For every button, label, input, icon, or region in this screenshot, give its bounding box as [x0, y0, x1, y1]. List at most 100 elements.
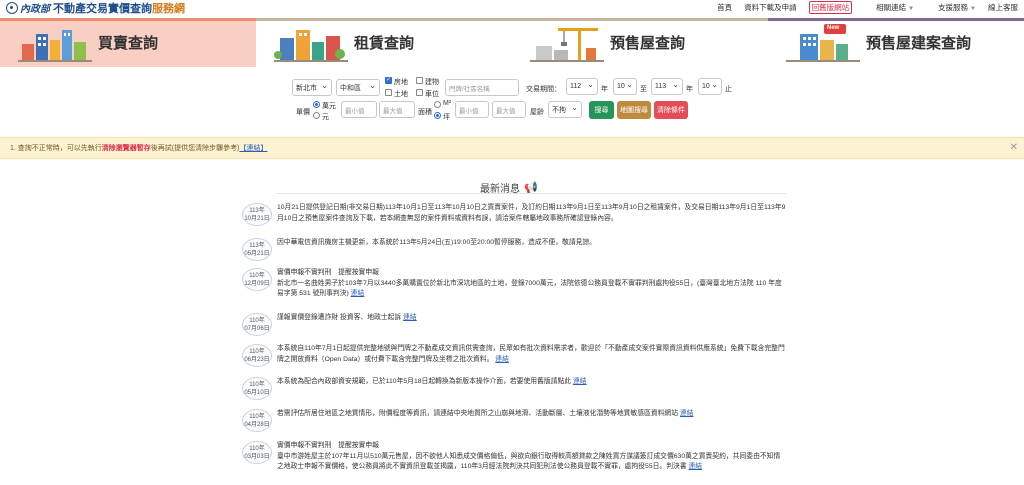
tab-bar [0, 18, 256, 21]
clear-button-label: 清除條件 [657, 107, 685, 114]
year-from-select[interactable]: 112 [566, 78, 598, 95]
city-select[interactable]: 新北市 [292, 79, 332, 96]
district-select[interactable]: 中和區 [336, 79, 380, 96]
news-content: 本系統自110年7月1日起提供完整地號與門牌之不動產成交資訊供需查詢，民眾如有批… [277, 344, 787, 365]
year-unit-label: 年 [601, 86, 608, 93]
new-building-icon: New [786, 23, 860, 62]
news-body: 臺中市游姓屋主於107年11月以510萬元售屋，因不欲他人知悉成交價格偏低，與欲… [277, 452, 781, 471]
new-badge: New [827, 24, 840, 31]
news-date-day: 03月03日 [244, 454, 270, 460]
news-date: 113年 05月21日 [242, 238, 272, 261]
news-headline: 本系統為配合內政部資安規範，已於110年5月18日起轉換為新版本操作介面，若要使… [277, 378, 572, 385]
district-value: 中和區 [340, 84, 361, 92]
news-date-year: 110年 [249, 349, 265, 355]
age-select[interactable]: 不拘 [548, 101, 582, 118]
year-from-value: 112 [570, 83, 582, 90]
news-link[interactable]: 連結 [351, 290, 365, 297]
area-max-placeholder: 最大值 [496, 107, 516, 115]
news-link[interactable]: 連結 [403, 314, 417, 321]
buildings-icon [18, 24, 92, 62]
type-house-checkbox[interactable] [385, 76, 392, 84]
month-from-select[interactable]: 10 [613, 78, 637, 95]
address-input[interactable]: 門牌/社區名稱 [445, 79, 519, 96]
news-link[interactable]: 連結 [680, 410, 694, 417]
tab-presale-label: 預售屋查詢 [610, 34, 686, 52]
type-house-label: 房地 [394, 79, 408, 86]
year-to-select[interactable]: 113 [651, 78, 683, 95]
notice-prefix: 1. 查詢不正常時，可以先執行 [10, 145, 102, 152]
area-min-input[interactable]: 最小值 [455, 101, 489, 118]
type-land-label: 土地 [394, 91, 408, 98]
site-logo[interactable]: 內政部 不動產交易實價查詢 服務網 [6, 0, 185, 16]
to-label: 至 [640, 86, 647, 93]
news-headline: 實價申報不實判刑 提醒按實申報 [277, 269, 379, 276]
tab-sale[interactable]: 買賣查詢 [0, 18, 256, 67]
tab-bar [768, 18, 1024, 21]
close-icon[interactable]: ✕ [1010, 142, 1018, 153]
news-date-year: 110年 [249, 382, 265, 388]
top-nav: 首頁 資料下載及申請 回舊版網站 相關連結 ▼ 支援服務 ▼ 線上客服 [705, 1, 1018, 14]
news-date: 110年 07月06日 [242, 313, 272, 336]
news-link[interactable]: 連結 [495, 356, 509, 363]
area-min-placeholder: 最小值 [459, 107, 479, 115]
area-max-input[interactable]: 最大值 [492, 101, 526, 118]
nav-download[interactable]: 資料下載及申請 [744, 2, 797, 13]
type-building-label: 建物 [425, 79, 439, 86]
unit-yuan-radio[interactable] [313, 112, 320, 119]
news-content: 10月21日提供登記日期(非交易日期)113年10月1日至113年10月10日之… [277, 204, 786, 222]
nav-home[interactable]: 首頁 [717, 2, 732, 13]
query-tabs: 買賣查詢 租賃查詢 預售屋查詢 New 預售屋建案查詢 [0, 18, 1024, 67]
chevron-down-icon: ▼ [970, 6, 976, 12]
news-date: 110年 12月09日 [242, 268, 272, 291]
news-date-year: 110年 [249, 446, 265, 452]
news-link[interactable]: 連結 [573, 378, 587, 385]
unit-yuan-label: 元 [322, 114, 329, 121]
notice-link[interactable]: 【連結】 [239, 143, 267, 153]
site-title: 不動產交易實價查詢 [53, 2, 152, 15]
price-min-placeholder: 最小值 [345, 107, 365, 115]
news-date-year: 110年 [249, 414, 265, 420]
news-headline: 本系統自110年7月1日起提供完整地號與門牌之不動產成交資訊供需查詢，民眾如有批… [277, 345, 785, 363]
year-to-value: 113 [655, 83, 667, 90]
news-content: 實價申報不實判刑 提醒按實申報 新北市一名曲姓男子於103年7月以3440多萬購置… [277, 268, 787, 300]
nav-online-service[interactable]: 線上客服 [988, 2, 1018, 13]
tab-sale-label: 買賣查詢 [98, 34, 159, 52]
news-divider [276, 193, 786, 194]
news-content: 若需評估所居住地區之地質情形，附價程度等資訊，請連結中央地質所之山崩與地滑、活動… [277, 409, 787, 420]
news-date-day: 12月09日 [244, 281, 270, 287]
map-search-button[interactable]: 地圖搜尋 [617, 101, 651, 119]
tab-rent[interactable]: 租賃查詢 [256, 18, 512, 67]
search-form: 新北市 中和區 房地 建物 土地 車位 門牌/社區名稱 交易期間： 112 年 … [292, 76, 732, 125]
news-date: 110年 03月03日 [242, 441, 272, 464]
address-placeholder: 門牌/社區名稱 [449, 85, 490, 93]
age-label: 屋齡 [530, 109, 544, 116]
type-land-checkbox[interactable] [385, 89, 392, 96]
area-ping-radio[interactable] [434, 112, 441, 119]
search-button-label: 搜尋 [594, 107, 609, 114]
org-name: 內政部 [20, 4, 50, 15]
nav-old-site[interactable]: 回舊版網站 [808, 1, 853, 14]
price-max-placeholder: 最大值 [383, 107, 403, 115]
type-parking-checkbox[interactable] [416, 89, 423, 96]
news-content: 謹報實價登錄遭詐財 投資客、地政士起訴 連結 [277, 313, 787, 324]
news-date-day: 05月10日 [244, 390, 270, 396]
news-date-year: 113年 [249, 243, 265, 249]
clear-button[interactable]: 清除條件 [654, 101, 688, 119]
price-min-input[interactable]: 最小值 [341, 101, 377, 118]
nav-links[interactable]: 相關連結 ▼ [864, 2, 914, 13]
type-parking-label: 車位 [425, 91, 439, 98]
area-m2-radio[interactable] [434, 101, 441, 108]
unit-usd-radio[interactable] [313, 101, 320, 108]
news-link[interactable]: 連結 [689, 463, 703, 470]
city-value: 新北市 [296, 84, 317, 92]
month-to-select[interactable]: 10 [698, 78, 722, 95]
price-max-input[interactable]: 最大值 [379, 101, 415, 118]
nav-support[interactable]: 支援服務 ▼ [926, 2, 976, 13]
tab-presale[interactable]: 預售屋查詢 [512, 18, 768, 67]
site-title-accent: 服務網 [152, 2, 185, 15]
search-button[interactable]: 搜尋 [589, 101, 614, 119]
tab-presale-project[interactable]: New 預售屋建案查詢 [768, 18, 1024, 67]
news-headline: 實價申報不實判刑 提醒按實申報 [277, 442, 379, 449]
type-building-checkbox[interactable] [416, 77, 423, 84]
month-to-value: 10 [702, 83, 710, 90]
